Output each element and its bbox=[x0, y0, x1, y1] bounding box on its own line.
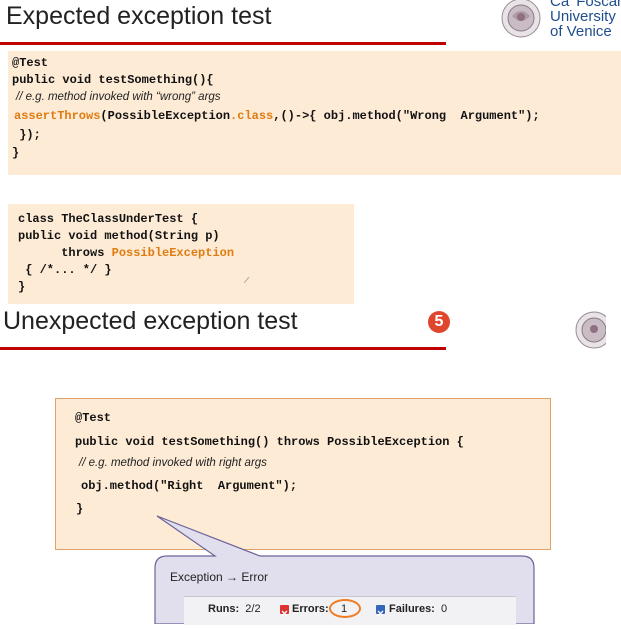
failures-counter: Failures: 0 bbox=[389, 603, 448, 615]
error-icon bbox=[280, 605, 289, 617]
runs-counter: Runs: 2/2 bbox=[208, 603, 261, 615]
callout-label: Exception → Error bbox=[170, 570, 269, 584]
errors-count: 1 bbox=[341, 603, 348, 615]
failure-icon bbox=[376, 605, 385, 617]
callout-bubble bbox=[0, 0, 621, 625]
errors-label: Errors: bbox=[292, 603, 329, 615]
